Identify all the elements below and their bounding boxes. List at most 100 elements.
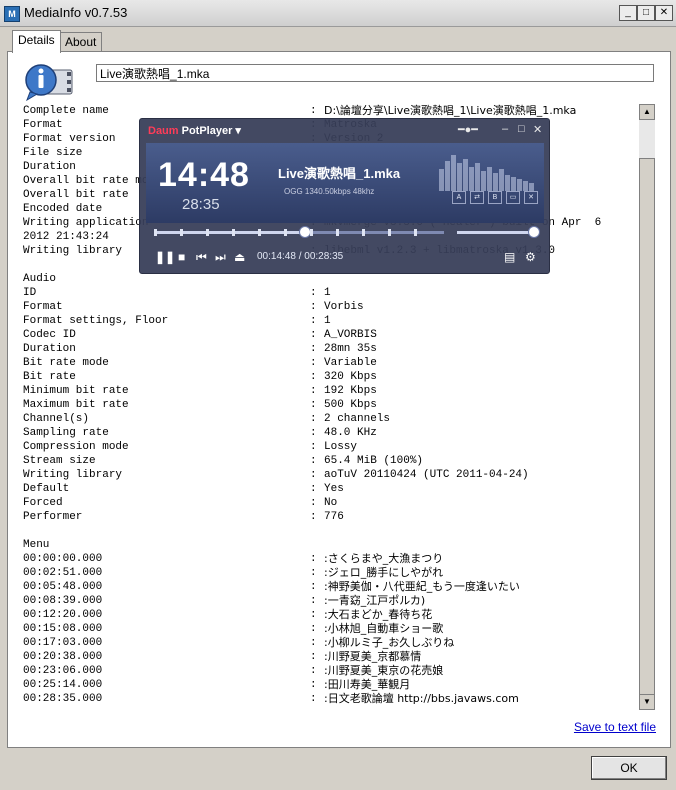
info-row: 00:08:39.000::一青窈_江戸ポルカ) [23, 594, 639, 608]
info-value: Lossy [324, 441, 358, 453]
window-title: MediaInfo v0.7.53 [24, 5, 128, 20]
info-colon: : [310, 497, 317, 509]
info-key: Writing library [23, 469, 123, 481]
info-value: 1 [324, 287, 331, 299]
info-key: Menu [23, 539, 50, 551]
chapter-marker[interactable] [388, 229, 391, 236]
scroll-thumb[interactable] [639, 158, 655, 698]
close-button[interactable]: ✕ [655, 5, 673, 21]
playback-time: 00:14:48 / 00:28:35 [257, 251, 344, 262]
audio-toggle-button[interactable]: ✕ [524, 191, 538, 204]
audio-toggle-button[interactable]: A [452, 191, 466, 204]
info-colon: : [310, 455, 317, 467]
chapter-marker[interactable] [232, 229, 235, 236]
info-row: Writing library: aoTuV 20110424 (UTC 2011… [23, 468, 639, 482]
info-key: 00:15:08.000 [23, 623, 103, 635]
info-key: 00:20:38.000 [23, 651, 103, 663]
next-icon[interactable]: ⏭ [215, 250, 226, 265]
chapter-marker[interactable] [336, 229, 339, 236]
info-row: 00:28:35.000::日文老歌論壇 http://bbs.javaws.c… [23, 692, 639, 706]
spectrum-bar [475, 163, 480, 191]
info-value: Yes [324, 483, 344, 495]
info-row: Codec ID: A_VORBIS [23, 328, 639, 342]
spectrum-bar [505, 175, 510, 191]
info-row: Complete name: D:\論壇分享\Live演歌熱唱_1\Live演歌熱… [23, 104, 639, 118]
info-row: 00:00:00.000::さくらまや_大漁まつり [23, 552, 639, 566]
audio-toggle-button[interactable]: ⇄ [470, 191, 484, 204]
spectrum-bar [445, 161, 450, 191]
scroll-up-icon[interactable]: ▲ [639, 104, 655, 120]
settings-gear-icon[interactable]: ⚙ [525, 250, 536, 264]
info-value: 776 [324, 511, 344, 523]
tab-about[interactable]: About [59, 32, 103, 52]
previous-icon[interactable]: ⏮ [196, 250, 207, 265]
daum-logo-text: Daum [148, 125, 179, 137]
media-info-icon [25, 64, 73, 102]
info-key: 00:28:35.000 [23, 693, 103, 705]
potplayer-logo[interactable]: Daum PotPlayer ▾ [148, 124, 241, 137]
eject-icon[interactable]: ⏏ [234, 250, 245, 264]
info-colon: : [310, 301, 317, 313]
info-colon: : [310, 413, 317, 425]
spectrum-bar [499, 169, 504, 191]
vertical-scrollbar[interactable]: ▲ ▼ [639, 104, 655, 710]
info-row: Minimum bit rate:192 Kbps [23, 384, 639, 398]
info-value: aoTuV 20110424 (UTC 2011-04-24) [324, 469, 529, 481]
chapter-marker[interactable] [284, 229, 287, 236]
chapter-marker[interactable] [206, 229, 209, 236]
pp-close-icon[interactable]: ✕ [533, 123, 542, 136]
audio-toggle-button[interactable]: ▭ [506, 191, 520, 204]
file-name-field[interactable]: Live演歌熱唱_1.mka [96, 64, 654, 82]
potplayer-window[interactable]: Daum PotPlayer ▾ ━●━ – □ ✕ 14:48 28:35 L… [139, 118, 550, 274]
elapsed-time: 14:48 [158, 156, 250, 194]
pp-minimize-icon[interactable]: – [502, 123, 508, 135]
chapter-marker[interactable] [310, 229, 313, 236]
maximize-button[interactable]: □ [637, 5, 655, 21]
stop-icon[interactable]: ■ [178, 250, 185, 264]
info-row: 00:12:20.000::大石まどか_春待ち花 [23, 608, 639, 622]
spectrum-bar [439, 169, 444, 191]
potplayer-menu-label: PotPlayer ▾ [181, 125, 241, 137]
info-key: Format [23, 301, 63, 313]
volume-knob[interactable] [528, 226, 540, 238]
info-colon: : [310, 623, 317, 635]
chapter-marker[interactable] [180, 229, 183, 236]
info-key: Maximum bit rate [23, 399, 129, 411]
info-row: Format: Vorbis [23, 300, 639, 314]
info-colon: : [310, 651, 317, 663]
info-value: 320 Kbps [324, 371, 377, 383]
tab-details[interactable]: Details [12, 30, 61, 53]
minimize-button[interactable]: _ [619, 5, 637, 21]
info-row: 00:17:03.000::小柳ルミ子_お久しぶりね [23, 636, 639, 650]
spectrum-bar [487, 167, 492, 191]
info-colon: : [310, 665, 317, 677]
info-key: Duration [23, 161, 76, 173]
chapter-marker[interactable] [154, 229, 157, 236]
chapter-marker[interactable] [414, 229, 417, 236]
info-value: :小柳ルミ子_お久しぶりね [324, 636, 455, 649]
info-colon: : [310, 287, 317, 299]
info-row: Bit rate:320 Kbps [23, 370, 639, 384]
chapter-marker[interactable] [258, 229, 261, 236]
playlist-icon[interactable]: ▤ [504, 250, 515, 264]
info-row: Channel(s):2 channels [23, 412, 639, 426]
volume-slider[interactable] [457, 226, 540, 238]
seek-bar[interactable] [154, 226, 444, 238]
info-value: Variable [324, 357, 377, 369]
info-key: Performer [23, 511, 83, 523]
opacity-slider-icon[interactable]: ━●━ [458, 123, 478, 136]
info-key: 00:12:20.000 [23, 609, 103, 621]
audio-toggle-button[interactable]: B [488, 191, 502, 204]
save-to-text-link[interactable]: Save to text file [574, 720, 656, 734]
info-key: Codec ID [23, 329, 76, 341]
pause-icon[interactable]: ❚❚ [155, 250, 175, 264]
info-row: Bit rate mode: Variable [23, 356, 639, 370]
scroll-down-icon[interactable]: ▼ [639, 694, 655, 710]
info-value: 65.4 MiB (100%) [324, 455, 424, 467]
pp-maximize-icon[interactable]: □ [518, 123, 525, 135]
info-row: Sampling rate:48.0 KHz [23, 426, 639, 440]
info-key: Sampling rate [23, 427, 109, 439]
ok-button[interactable]: OK [591, 756, 667, 780]
info-row: 00:20:38.000::川野夏美_京都慕情 [23, 650, 639, 664]
chapter-marker[interactable] [362, 229, 365, 236]
